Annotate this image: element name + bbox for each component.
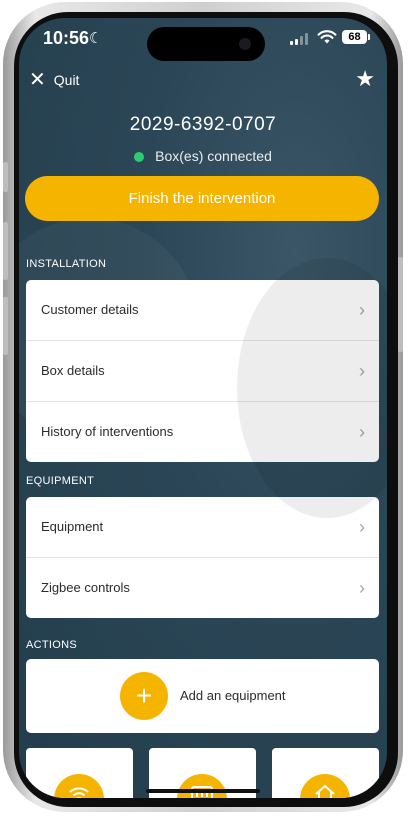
row-zigbee-controls[interactable]: Zigbee controls › (26, 558, 379, 618)
home-indicator (146, 789, 260, 793)
connection-status-label: Box(es) connected (155, 148, 272, 164)
dynamic-island (147, 27, 265, 61)
add-equipment-label: Add an equipment (180, 688, 286, 703)
row-customer-details[interactable]: Customer details › (26, 280, 379, 341)
box-device-icon (177, 774, 227, 798)
battery-tip (368, 34, 370, 40)
section-title-actions: ACTIONS (26, 639, 77, 651)
status-dot-icon (134, 152, 145, 162)
moon-icon: ☾ (89, 30, 103, 47)
chevron-right-icon: › (359, 578, 365, 598)
camera-icon (239, 38, 251, 50)
cellular-signal-icon (290, 33, 312, 45)
chevron-right-icon: › (359, 517, 365, 537)
equipment-card: Equipment › Zigbee controls › (26, 497, 379, 618)
installation-card: Customer details › Box details › History… (26, 280, 379, 462)
row-equipment[interactable]: Equipment › (26, 497, 379, 558)
quit-label: Quit (53, 72, 80, 88)
connection-status: Box(es) connected (19, 148, 387, 164)
box-id-title: 2029-6392-0707 (129, 114, 277, 135)
section-title-installation: INSTALLATION (26, 258, 107, 270)
status-time: 10:56 (43, 28, 90, 48)
mute-switch (3, 162, 8, 192)
wifi-status-icon (317, 30, 337, 44)
app-screen: 10:56 ☾ 68 ✕ Quit ★ 2029-6392-0707 Box(e… (19, 18, 387, 798)
row-label: History of interventions (41, 424, 174, 439)
row-label: Box details (41, 363, 105, 378)
add-equipment-button[interactable]: + Add an equipment (26, 659, 379, 733)
chevron-right-icon: › (359, 361, 365, 381)
volume-down-button (3, 297, 8, 355)
wifi-icon (54, 774, 104, 798)
action-tile-home[interactable] (272, 748, 379, 798)
action-tile-wifi[interactable] (26, 748, 133, 798)
row-label: Equipment (41, 519, 104, 534)
row-history-of-interventions[interactable]: History of interventions › (26, 402, 379, 462)
home-icon (300, 774, 350, 798)
row-label: Customer details (41, 302, 139, 317)
chevron-right-icon: › (359, 300, 365, 320)
row-box-details[interactable]: Box details › (26, 341, 379, 402)
section-title-equipment: EQUIPMENT (26, 475, 95, 487)
row-label: Zigbee controls (41, 580, 130, 595)
volume-up-button (3, 222, 8, 280)
status-bar: 10:56 ☾ 68 (19, 18, 387, 61)
battery-indicator: 68 (342, 30, 367, 44)
finish-intervention-button[interactable]: Finish the intervention (25, 176, 379, 221)
power-button (398, 257, 403, 352)
chevron-right-icon: › (359, 422, 365, 442)
quit-button[interactable]: ✕ Quit (29, 70, 79, 90)
star-icon[interactable]: ★ (355, 66, 375, 92)
plus-icon: + (120, 672, 168, 720)
close-icon: ✕ (29, 69, 46, 91)
